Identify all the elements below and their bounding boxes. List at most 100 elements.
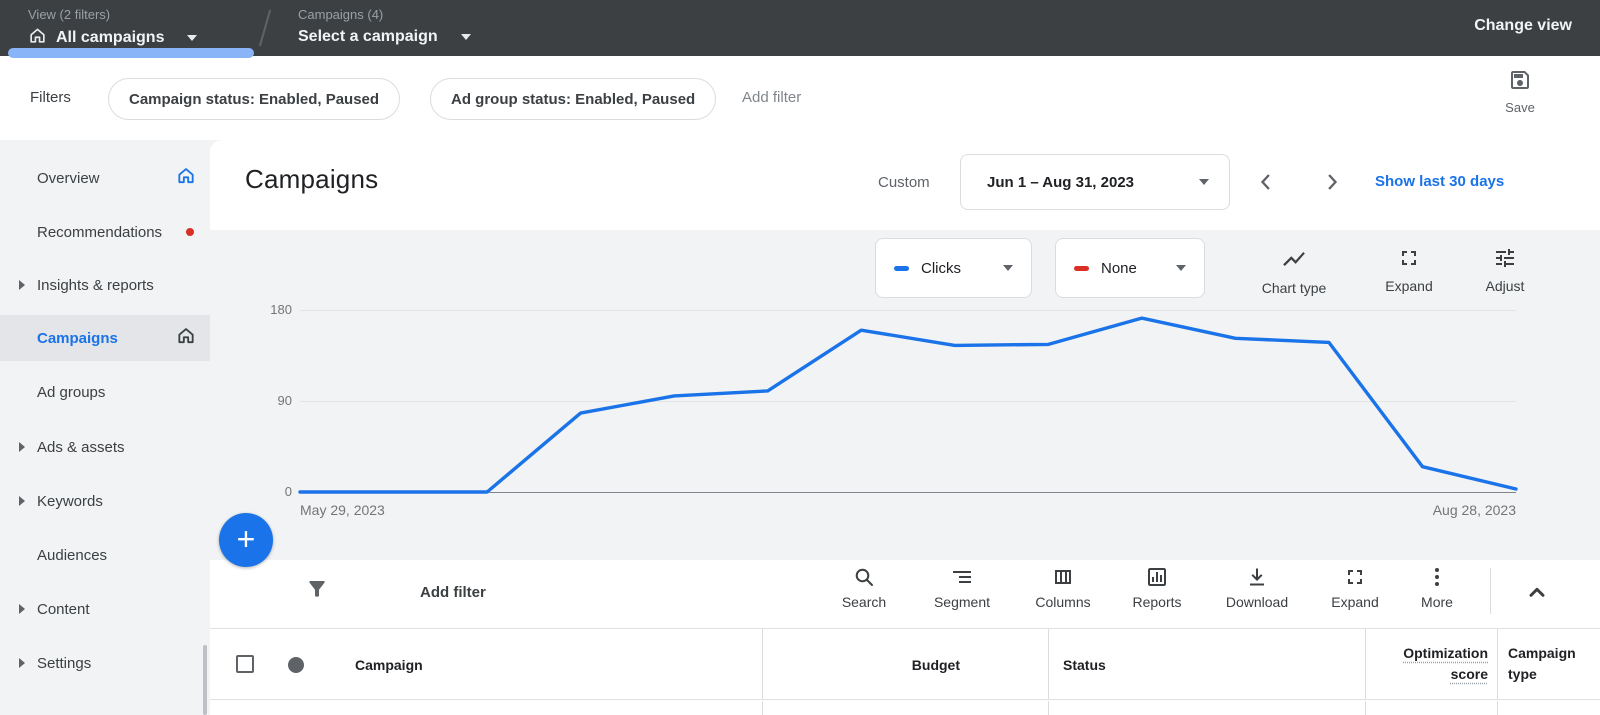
expand-icon [1316, 565, 1394, 589]
x-axis-end-label: Aug 28, 2023 [1216, 502, 1516, 518]
chart-type-button[interactable]: Chart type [1249, 246, 1339, 296]
metric-1-dropdown[interactable]: Clicks [875, 238, 1032, 298]
page-title: Campaigns [245, 164, 378, 195]
save-icon [1492, 68, 1548, 92]
y-tick-180: 180 [228, 302, 292, 317]
sidebar-item-ads-assets[interactable]: Ads & assets [0, 424, 210, 470]
column-header-campaign-type[interactable]: Campaign type [1508, 643, 1588, 685]
chart-type-icon [1249, 246, 1339, 272]
more-vertical-dots-icon [1398, 565, 1476, 589]
performance-chart-section: Clicks None Chart type Expand [210, 230, 1600, 560]
expand-icon [1364, 246, 1454, 270]
download-button[interactable]: Download [1218, 565, 1296, 610]
campaign-scope-selector[interactable]: Campaigns (4) Select a campaign [298, 6, 471, 48]
sidebar-item-label: Insights & reports [37, 277, 154, 294]
breadcrumb-separator [259, 9, 271, 46]
expand-arrow-icon [19, 442, 25, 452]
select-all-checkbox[interactable] [236, 655, 254, 673]
sidebar-item-insights-reports[interactable]: Insights & reports [0, 262, 210, 308]
sidebar-item-content[interactable]: Content [0, 586, 210, 632]
sidebar-item-label: Content [37, 601, 90, 618]
sidebar-item-campaigns[interactable]: Campaigns [0, 315, 210, 361]
table-expand-button[interactable]: Expand [1316, 565, 1394, 610]
table-row [210, 701, 1600, 715]
status-filter-circle-icon[interactable] [288, 657, 304, 673]
columns-button[interactable]: Columns [1024, 565, 1102, 610]
reports-button[interactable]: Reports [1118, 565, 1196, 610]
column-header-budget[interactable]: Budget [762, 657, 960, 673]
x-axis-start-label: May 29, 2023 [300, 502, 385, 518]
collapse-chart-button[interactable] [1521, 576, 1553, 608]
view-scope-value: All campaigns [56, 27, 164, 49]
sidebar-item-label: Ad groups [37, 384, 105, 401]
y-tick-0: 0 [228, 484, 292, 499]
download-icon [1218, 565, 1296, 589]
sidebar-item-label: Ads & assets [37, 439, 125, 456]
column-header-status[interactable]: Status [1063, 657, 1106, 673]
sidebar-item-overview[interactable]: Overview [0, 155, 210, 201]
sidebar-item-settings[interactable]: Settings [0, 640, 210, 686]
expand-arrow-icon [19, 496, 25, 506]
home-overview-icon [176, 166, 196, 191]
column-header-campaign[interactable]: Campaign [355, 657, 423, 673]
chart-adjust-button[interactable]: Adjust [1460, 246, 1550, 294]
sidebar-item-label: Settings [37, 655, 91, 672]
sidebar-item-audiences[interactable]: Audiences [0, 532, 210, 578]
metric-2-dropdown[interactable]: None [1055, 238, 1205, 298]
add-filter-link[interactable]: Add filter [742, 89, 801, 106]
search-button[interactable]: Search [825, 565, 903, 610]
campaign-scope-label: Campaigns (4) [298, 6, 471, 24]
previous-period-button[interactable] [1252, 168, 1280, 196]
sidebar-item-label: Recommendations [37, 224, 162, 241]
campaign-scope-value: Select a campaign [298, 26, 438, 48]
more-label: More [1398, 594, 1476, 610]
change-view-button[interactable]: Change view [1474, 17, 1572, 35]
column-divider [1048, 629, 1049, 699]
date-mode-label: Custom [878, 174, 930, 191]
column-header-optimization-score[interactable]: Optimization score [1368, 643, 1488, 685]
segment-button[interactable]: Segment [923, 565, 1001, 610]
chevron-down-icon [1003, 265, 1013, 271]
table-add-filter[interactable]: Add filter [420, 584, 486, 601]
sidebar-scrollbar[interactable] [203, 645, 207, 715]
view-scope-selector[interactable]: View (2 filters) All campaigns [28, 6, 197, 50]
table-header-row: Campaign Budget Status Optimization scor… [210, 628, 1600, 700]
sidebar-item-recommendations[interactable]: Recommendations [0, 209, 210, 255]
chevron-down-icon [1199, 179, 1209, 185]
sidebar-item-label: Keywords [37, 493, 103, 510]
chart-expand-button[interactable]: Expand [1364, 246, 1454, 294]
reports-label: Reports [1118, 594, 1196, 610]
next-period-button[interactable] [1318, 168, 1346, 196]
show-last-30-days-link[interactable]: Show last 30 days [1375, 173, 1504, 190]
column-divider [1365, 629, 1366, 699]
filters-bar: Filters Campaign status: Enabled, Paused… [0, 56, 1600, 140]
sidebar-item-keywords[interactable]: Keywords [0, 478, 210, 524]
sidebar-navigation: Overview Recommendations Insights & repo… [0, 140, 210, 715]
table-toolbar: Add filter Search Segment Columns [210, 560, 1600, 628]
adjust-sliders-icon [1460, 246, 1550, 270]
date-range-selector[interactable]: Jun 1 – Aug 31, 2023 [960, 154, 1230, 210]
optimization-score-text: Optimization score [1403, 645, 1488, 682]
more-button[interactable]: More [1398, 565, 1476, 610]
expand-arrow-icon [19, 658, 25, 668]
segment-label: Segment [923, 594, 1001, 610]
home-campaigns-icon [176, 326, 196, 351]
filter-funnel-icon[interactable] [305, 577, 329, 606]
sidebar-item-ad-groups[interactable]: Ad groups [0, 369, 210, 415]
notification-dot-icon [186, 228, 194, 236]
expand-label: Expand [1364, 278, 1454, 294]
filter-chip-campaign-status[interactable]: Campaign status: Enabled, Paused [108, 78, 400, 120]
sidebar-item-label: Overview [37, 170, 100, 187]
search-icon [825, 565, 903, 589]
search-label: Search [825, 594, 903, 610]
column-divider [1048, 701, 1049, 715]
view-scope-label: View (2 filters) [28, 6, 197, 24]
expand-arrow-icon [19, 280, 25, 290]
filter-chip-ad-group-status[interactable]: Ad group status: Enabled, Paused [430, 78, 716, 120]
save-view-button[interactable]: Save [1492, 68, 1548, 115]
add-campaign-fab[interactable]: + [219, 513, 273, 567]
active-view-indicator [8, 48, 254, 58]
metric-1-value: Clicks [921, 260, 961, 277]
google-ads-campaigns-page: View (2 filters) All campaigns Campaigns… [0, 0, 1600, 715]
sidebar-item-label: Campaigns [37, 330, 118, 347]
